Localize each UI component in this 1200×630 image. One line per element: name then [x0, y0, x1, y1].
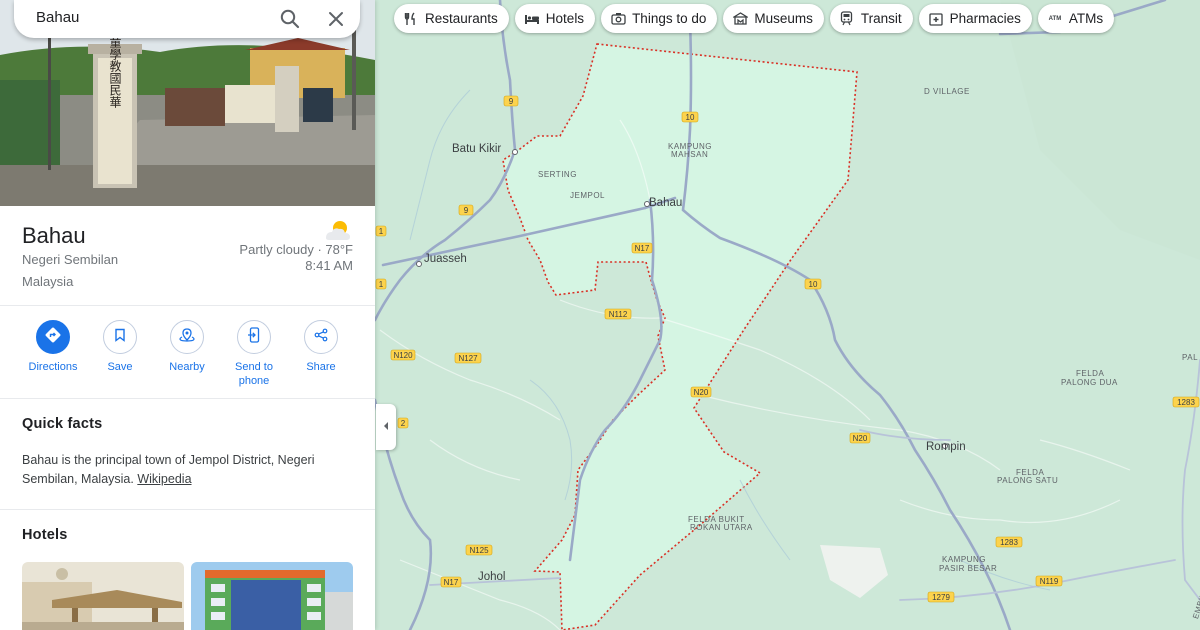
save-button[interactable]: Save — [87, 320, 153, 374]
directions-button[interactable]: Directions — [20, 320, 86, 374]
svg-text:N120: N120 — [393, 351, 413, 360]
search-box[interactable]: Bahau — [14, 0, 360, 38]
place-header: Bahau Negeri Sembilan Malaysia Partly cl… — [0, 206, 375, 306]
wikipedia-link[interactable]: Wikipedia — [137, 472, 191, 486]
fork-knife-icon — [403, 11, 419, 27]
action-row: Directions Save Nearby Send to phone Sha… — [0, 307, 375, 399]
svg-text:10: 10 — [809, 280, 818, 289]
town-label[interactable]: Rompin — [926, 441, 966, 453]
svg-text:9: 9 — [464, 206, 469, 215]
svg-text:N20: N20 — [694, 388, 709, 397]
hotels-title: Hotels — [22, 527, 68, 543]
svg-text:1279: 1279 — [932, 593, 950, 602]
svg-text:N17: N17 — [444, 578, 459, 587]
hotel-photo[interactable] — [22, 562, 184, 630]
place-label[interactable]: SERTING — [538, 170, 577, 179]
svg-text:9: 9 — [509, 97, 514, 106]
svg-text:2: 2 — [401, 419, 406, 428]
town-label[interactable]: Batu Kikir — [452, 143, 501, 155]
chip-atms[interactable]: ATM ATMs — [1037, 4, 1115, 33]
svg-text:N125: N125 — [469, 546, 489, 555]
place-label[interactable]: MAHSAN — [671, 150, 708, 159]
quick-facts-title: Quick facts — [22, 416, 103, 432]
svg-text:1: 1 — [379, 227, 384, 236]
place-label[interactable]: D VILLAGE — [924, 87, 970, 96]
chip-hotels[interactable]: Hotels — [514, 4, 596, 33]
town-label[interactable]: Juasseh — [424, 253, 467, 265]
place-label[interactable]: KAMPUNG — [942, 555, 986, 564]
chip-museums[interactable]: Museums — [723, 4, 824, 33]
chip-restaurants[interactable]: Restaurants — [394, 4, 509, 33]
svg-text:N119: N119 — [1040, 577, 1059, 586]
place-label[interactable]: PALONG SATU — [997, 476, 1058, 485]
svg-text:N20: N20 — [853, 434, 868, 443]
quick-facts-text: Bahau is the principal town of Jempol Di… — [22, 453, 315, 486]
town-label[interactable]: Bahau — [649, 197, 682, 209]
hotel-photo[interactable] — [191, 562, 353, 630]
svg-text:10: 10 — [686, 113, 695, 122]
nearby-button[interactable]: Nearby — [154, 320, 220, 374]
weather-description: Partly cloudy · 78°F — [239, 242, 353, 257]
share-icon — [314, 328, 328, 347]
bed-icon — [524, 11, 540, 27]
svg-text:N17: N17 — [635, 244, 650, 253]
search-input[interactable]: Bahau — [36, 9, 79, 26]
chip-things-to-do[interactable]: Things to do — [601, 4, 718, 33]
search-icon[interactable] — [278, 7, 302, 31]
svg-text:1: 1 — [379, 280, 384, 289]
place-label[interactable]: JEMPOL — [570, 191, 605, 200]
category-chips: Restaurants Hotels Things to do Museums … — [394, 4, 1115, 34]
send-to-phone-icon — [247, 326, 261, 348]
share-button[interactable]: Share — [288, 320, 354, 374]
museum-icon — [732, 11, 748, 27]
directions-icon — [45, 327, 61, 348]
svg-text:N112: N112 — [609, 310, 628, 319]
hotels-section: Hotels — [0, 511, 375, 630]
partly-cloudy-icon — [322, 218, 354, 242]
collapse-panel-button[interactable] — [376, 404, 396, 450]
svg-text:1283: 1283 — [1177, 398, 1195, 407]
chip-pharmacies[interactable]: Pharmacies — [918, 4, 1032, 33]
weather-time: 8:41 AM — [305, 258, 353, 273]
place-label[interactable]: FELDA — [1076, 369, 1104, 378]
place-region: Negeri Sembilan — [22, 252, 119, 267]
close-icon[interactable] — [324, 7, 348, 31]
quick-facts-section: Quick facts Bahau is the principal town … — [0, 400, 375, 510]
train-icon — [839, 11, 855, 27]
pharmacy-icon — [928, 11, 944, 27]
place-title: Bahau — [22, 223, 86, 248]
chip-transit[interactable]: Transit — [829, 4, 913, 33]
place-label[interactable]: PAL — [1182, 353, 1198, 362]
camera-icon — [610, 11, 626, 27]
place-label[interactable]: PALONG DUA — [1061, 378, 1118, 387]
place-panel: 小童學教國民華 Bahau Bahau Negeri Sembilan Mala… — [0, 0, 375, 630]
place-label[interactable]: PASIR BESAR — [939, 564, 997, 573]
bookmark-icon — [114, 328, 126, 347]
nearby-icon — [179, 327, 195, 348]
atm-icon: ATM — [1048, 15, 1062, 22]
send-to-phone-button[interactable]: Send to phone — [221, 320, 287, 388]
place-label[interactable]: ROKAN UTARA — [690, 523, 753, 532]
svg-text:1283: 1283 — [1000, 538, 1018, 547]
chevron-left-icon — [382, 418, 390, 436]
svg-text:N127: N127 — [458, 354, 478, 363]
place-country: Malaysia — [22, 274, 74, 289]
town-label[interactable]: Johol — [478, 571, 506, 583]
